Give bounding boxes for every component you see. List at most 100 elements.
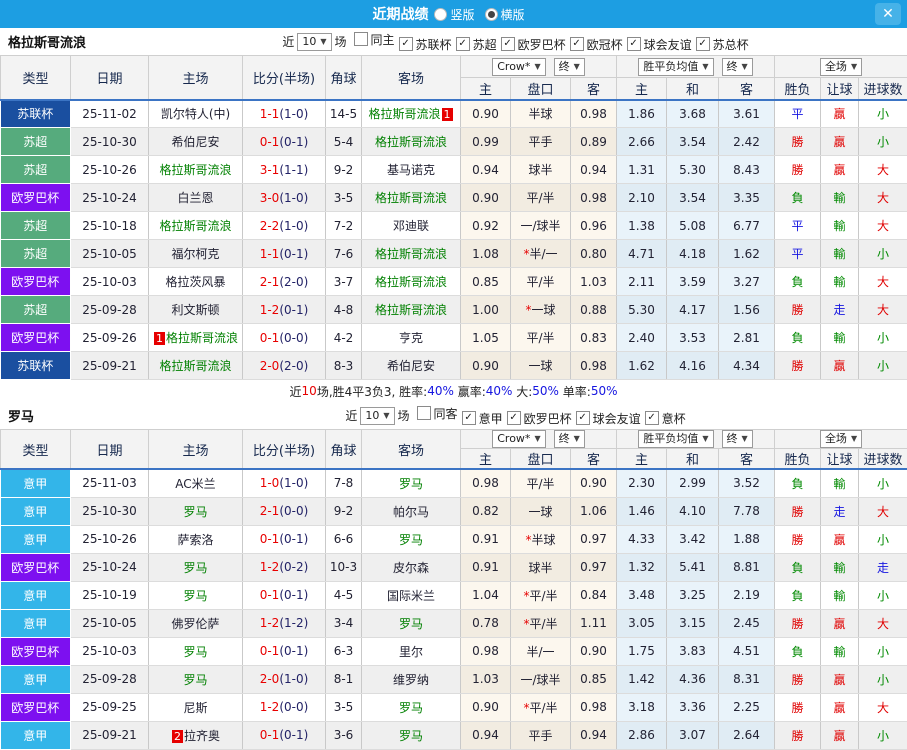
league-filter: 同客	[413, 405, 458, 422]
odds-home-cell: 0.98	[460, 469, 511, 498]
filter-checkbox[interactable]: ✓	[575, 411, 590, 425]
filter-checkbox[interactable]	[353, 32, 368, 46]
bookmaker-select[interactable]: Crow* ▼	[492, 430, 546, 448]
home-team-name: 格拉斯哥流浪	[159, 163, 232, 177]
home-team-cell: 格拉斯哥流浪	[148, 351, 243, 380]
league-type-cell: 意甲	[0, 469, 71, 498]
league-filter: ✓ 苏联杯	[395, 36, 452, 53]
mean-away-cell: 2.19	[718, 581, 775, 610]
result-cell: 勝	[774, 665, 821, 694]
home-team-cell: 罗马	[148, 553, 243, 582]
handicap-cell: 平手	[510, 721, 571, 750]
scope-select-value: 全场	[824, 432, 847, 445]
away-team-cell: 格拉斯哥流浪	[361, 267, 461, 296]
odds-home-cell: 0.94	[460, 721, 511, 750]
handicap-cell: 平/半	[510, 267, 571, 296]
vertical-layout-radio[interactable]	[434, 7, 448, 21]
handicap-result-cell: 輸	[820, 239, 859, 268]
halftime-score: (1-0)	[279, 218, 309, 233]
summary-part: 40%	[427, 384, 454, 398]
odds-away-cell: 0.94	[570, 155, 617, 184]
corner-cell: 14-5	[325, 99, 362, 128]
away-team-cell: 皮尔森	[361, 553, 461, 582]
mean-select[interactable]: 胜平负均值 ▼	[638, 57, 714, 76]
col-header-date: 日期	[70, 55, 149, 100]
league-filter: ✓ 球会友谊	[623, 36, 692, 53]
filter-label: 同主	[370, 32, 395, 47]
odds-away-cell: 0.98	[570, 693, 617, 722]
odds-home-cell: 0.94	[460, 155, 511, 184]
handicap-result-cell: 輸	[820, 637, 859, 666]
result-cell: 勝	[774, 721, 821, 750]
home-team-name: 格拉斯哥流浪	[165, 331, 238, 345]
league-filter: ✓ 苏超	[452, 36, 497, 53]
bookmaker-select[interactable]: Crow* ▼	[492, 57, 546, 76]
mean-draw-cell: 3.59	[666, 267, 719, 296]
final-odds-select[interactable]: 终 ▼	[553, 57, 585, 76]
handicap-value: 一/球半	[520, 672, 561, 687]
result-cell: 平	[774, 99, 821, 128]
filter-checkbox[interactable]: ✓	[626, 37, 641, 51]
horizontal-layout-radio[interactable]	[484, 7, 498, 21]
summary-part: 大:	[512, 384, 533, 399]
col-header-corner: 角球	[325, 429, 362, 470]
handicap-result-cell: 贏	[820, 525, 859, 554]
halftime-score: (1-0)	[279, 106, 309, 121]
filter-label: 同客	[433, 406, 458, 421]
summary-part: 场,胜4平3负3, 胜率:	[316, 384, 428, 399]
home-team-cell: 利文斯顿	[148, 295, 243, 324]
mean-away-cell: 3.27	[718, 267, 775, 296]
odds-home-cell: 0.85	[460, 267, 511, 296]
mean-away-cell: 3.61	[718, 99, 775, 128]
final-mean-select[interactable]: 终 ▼	[721, 57, 753, 76]
filter-checkbox[interactable]: ✓	[398, 37, 413, 51]
filter-checkbox[interactable]: ✓	[461, 411, 476, 425]
match-row: 欧罗巴杯 25-10-24 白兰恩 3-0(1-0) 3-5 格拉斯哥流浪 0.90 平/半 0…	[0, 183, 907, 212]
mean-home-cell: 1.75	[616, 637, 667, 666]
scope-select-value: 全场	[824, 59, 847, 73]
filter-checkbox[interactable]	[416, 406, 431, 420]
odds-home-cell: 0.99	[460, 127, 511, 156]
filter-checkbox[interactable]: ✓	[644, 411, 659, 425]
result-cell: 勝	[774, 351, 821, 380]
mean-away-cell: 8.43	[718, 155, 775, 184]
league-type-cell: 意甲	[0, 497, 71, 526]
odds-away-cell: 0.80	[570, 239, 617, 268]
mean-away-cell: 4.51	[718, 637, 775, 666]
handicap-result-cell: 輸	[820, 581, 859, 610]
mean-home-cell: 5.30	[616, 295, 667, 324]
away-team-cell: 格拉斯哥流浪	[361, 127, 461, 156]
col-header-result: 胜负	[774, 448, 821, 470]
crow-header-group: Crow* ▼ 终 ▼	[460, 55, 617, 78]
scope-select[interactable]: 全场 ▼	[819, 430, 863, 448]
mean-select[interactable]: 胜平负均值 ▼	[638, 430, 714, 448]
chevron-down-icon: ▼	[850, 61, 858, 71]
date-cell: 25-09-25	[70, 693, 149, 722]
team-name: 罗马	[8, 410, 35, 425]
match-count-select[interactable]: 10 ▼	[360, 406, 395, 425]
final-odds-select[interactable]: 终 ▼	[553, 430, 585, 448]
rank-badge: 2	[171, 729, 183, 743]
date-cell: 25-10-19	[70, 581, 149, 610]
scope-select[interactable]: 全场 ▼	[819, 57, 863, 76]
filter-checkbox[interactable]: ✓	[506, 411, 521, 425]
filter-checkbox[interactable]: ✓	[455, 37, 470, 51]
mean-home-cell: 2.40	[616, 323, 667, 352]
date-cell: 25-09-21	[70, 721, 149, 750]
filter-checkbox[interactable]: ✓	[500, 37, 515, 51]
corner-cell: 7-6	[325, 239, 362, 268]
final-mean-select[interactable]: 终 ▼	[721, 430, 753, 448]
handicap-result-cell: 輸	[820, 323, 859, 352]
close-button[interactable]: ✕	[875, 3, 901, 25]
league-type-cell: 苏联杯	[0, 351, 71, 380]
home-team-cell: 格拉斯哥流浪	[148, 155, 243, 184]
corner-cell: 3-7	[325, 267, 362, 296]
filter-checkbox[interactable]: ✓	[569, 37, 584, 51]
section-toolbar: 罗马 近 10 ▼ 场 同客 ✓ 意甲 ✓ 欧罗巴杯 ✓ 球会友谊 ✓ 意杯	[0, 402, 907, 429]
goals-result-cell: 走	[858, 553, 907, 582]
match-count-select[interactable]: 10 ▼	[297, 32, 332, 51]
filter-checkbox[interactable]: ✓	[695, 37, 710, 51]
away-team-cell: 罗马	[361, 721, 461, 750]
col-header-mean-home: 主	[616, 448, 667, 470]
odds-away-cell: 1.03	[570, 267, 617, 296]
